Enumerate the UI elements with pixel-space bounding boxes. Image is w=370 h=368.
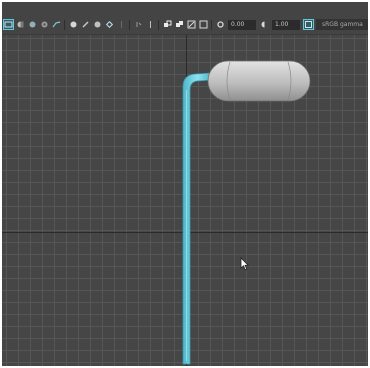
wireframe-icon[interactable] <box>146 20 155 29</box>
maya-panel: 0.00 1.00 sRGB gamma <box>2 2 368 366</box>
textured-icon[interactable] <box>175 20 184 29</box>
3d-viewport[interactable] <box>2 35 368 366</box>
bookmark-icon[interactable] <box>28 20 37 29</box>
toolbar-separator <box>129 19 130 30</box>
field-chart-icon[interactable] <box>105 20 114 29</box>
toolbar-separator <box>211 19 212 30</box>
gamma-icon[interactable] <box>260 20 269 29</box>
tube-mesh[interactable] <box>182 72 213 365</box>
film-gate-icon[interactable] <box>69 20 78 29</box>
shadows-icon[interactable] <box>199 20 208 29</box>
camera-select-icon[interactable] <box>3 19 14 30</box>
exposure-icon[interactable] <box>216 20 225 29</box>
smooth-shade-icon[interactable] <box>163 20 172 29</box>
color-space-dropdown[interactable]: sRGB gamma <box>316 19 368 30</box>
grid-toggle-icon[interactable] <box>52 20 61 29</box>
color-management-icon[interactable] <box>303 19 314 30</box>
panel-menu-bar <box>2 2 368 15</box>
safe-title-icon[interactable] <box>134 20 143 29</box>
scene-objects <box>182 60 311 365</box>
image-plane-icon[interactable] <box>40 20 49 29</box>
viewport-toolbar: 0.00 1.00 sRGB gamma <box>2 15 368 35</box>
safe-action-icon[interactable] <box>117 20 126 29</box>
gamma-field[interactable]: 1.00 <box>272 19 300 30</box>
capsule-mesh[interactable] <box>207 60 311 102</box>
toolbar-separator <box>64 19 65 30</box>
exposure-field[interactable]: 0.00 <box>228 19 256 30</box>
use-lights-icon[interactable] <box>187 20 196 29</box>
gate-mask-icon[interactable] <box>93 20 102 29</box>
color-space-label: sRGB gamma <box>322 21 363 28</box>
mouse-cursor-icon <box>240 257 249 271</box>
toolbar-separator <box>158 19 159 30</box>
camera-attributes-icon[interactable] <box>16 20 25 29</box>
resolution-gate-icon[interactable] <box>81 20 90 29</box>
